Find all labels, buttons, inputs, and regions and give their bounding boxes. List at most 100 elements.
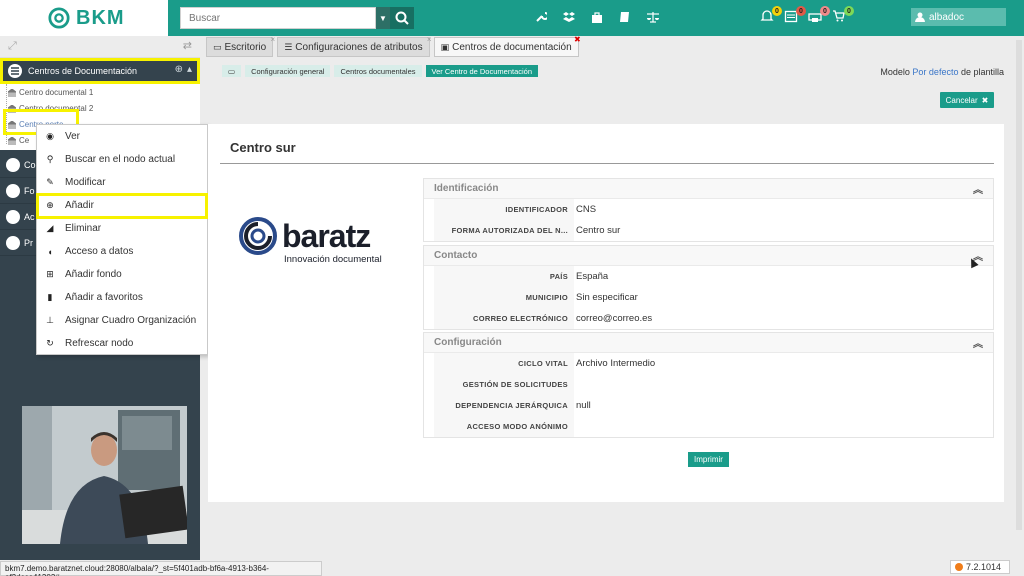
user-icon — [915, 12, 925, 22]
menu-highlight — [36, 193, 208, 219]
field-label: ACCESO MODO ANÓNIMO — [434, 416, 574, 437]
collapse-icon[interactable]: ▴ — [187, 64, 192, 75]
field-value: Archivo Intermedio — [576, 358, 656, 369]
tree-item[interactable]: Centro documental 1 — [8, 88, 93, 97]
menu-item-buscar[interactable]: ⚲ Buscar en el nodo actual — [37, 148, 207, 171]
context-menu: ◉ Ver ⚲ Buscar en el nodo actual ✎ Modifica… — [36, 124, 208, 355]
version-badge: 7.2.1014 — [950, 560, 1010, 574]
tab-configuraciones[interactable]: ☰ Configuraciones de atributos × — [277, 35, 432, 57]
baratz-swirl-icon — [239, 217, 277, 255]
field-value: correo@correo.es — [576, 313, 653, 324]
menu-item-anadir-fondo[interactable]: ⊞ Añadir fondo — [37, 263, 207, 286]
modelo-link[interactable]: Por defecto — [912, 67, 958, 77]
nav-icon — [6, 157, 20, 172]
bookmark-icon: ▮ — [47, 292, 53, 302]
modelo-prefix: Modelo — [880, 67, 910, 77]
logo-swirl-icon — [48, 7, 70, 29]
bell-badge: 0 — [772, 6, 782, 16]
section-header[interactable]: Identificación ︽ — [424, 179, 993, 199]
expand-icon[interactable]: ⤢ — [8, 40, 17, 53]
field-row: FORMA AUTORIZADA DEL N... Centro sur — [424, 220, 993, 241]
book-icon[interactable] — [618, 10, 632, 24]
tab-centros[interactable]: ▣ Centros de documentación ✖ — [433, 35, 581, 57]
field-row: ACCESO MODO ANÓNIMO — [424, 416, 993, 437]
cart-icon[interactable]: 0 — [832, 6, 854, 25]
field-label: IDENTIFICADOR — [434, 199, 574, 220]
sidebar-nav-label: Ac — [24, 211, 35, 222]
swap-icon[interactable]: ⇄ — [183, 39, 192, 52]
status-url: bkm7.demo.baratznet.cloud:28080/albala/?… — [0, 561, 322, 576]
sidebar-nav-label: Co — [24, 159, 36, 170]
brand-subtitle: Innovación documental — [284, 254, 382, 265]
print-button[interactable]: Imprimir — [688, 452, 729, 467]
chevron-up-icon[interactable]: ︽ — [973, 181, 983, 196]
dropbox-icon[interactable] — [562, 10, 576, 24]
monitor-icon: ▭ — [228, 66, 236, 76]
menu-item-label: Refrescar nodo — [65, 338, 134, 349]
cancel-button[interactable]: Cancelar ✖ — [940, 92, 994, 108]
list-icon: ☰ — [284, 41, 293, 52]
zoom-icon[interactable]: ⊕ — [175, 64, 183, 75]
tab-label: Centros de documentación — [452, 41, 572, 53]
section-header[interactable]: Contacto ︽ — [424, 246, 993, 266]
target-icon — [6, 209, 20, 224]
app-logo[interactable]: BKM — [0, 0, 168, 36]
field-value: null — [576, 400, 591, 411]
menu-item-label: Ver — [65, 131, 81, 142]
menu-item-favoritos[interactable]: ▮ Añadir a favoritos — [37, 286, 207, 309]
refresh-icon: ↻ — [46, 338, 54, 348]
search-button[interactable] — [390, 7, 414, 29]
field-value: Sin especificar — [576, 292, 638, 303]
section-header[interactable]: Configuración ︽ — [424, 333, 993, 353]
close-icon[interactable]: ✖ — [574, 35, 581, 44]
tree-item-label: Centro documental 1 — [19, 88, 94, 97]
user-menu[interactable]: albadoc — [911, 8, 1006, 26]
calendar-icon[interactable]: 0 — [784, 6, 806, 25]
sitemap-icon: ⊥ — [46, 315, 54, 325]
menu-item-ver[interactable]: ◉ Ver — [37, 125, 207, 148]
field-label: MUNICIPIO — [434, 287, 574, 308]
field-value: Centro sur — [576, 225, 621, 236]
search-icon — [395, 11, 409, 25]
page-title: Centro sur — [230, 140, 296, 155]
brand-name: baratz — [282, 218, 371, 254]
menu-item-eliminar[interactable]: ◢ Eliminar — [37, 217, 207, 240]
breadcrumb-item[interactable]: Centros documentales — [334, 65, 422, 77]
close-icon[interactable]: × — [427, 35, 432, 44]
version-label: 7.2.1014 — [966, 562, 1002, 572]
template-model: Modelo Por defecto de plantilla — [880, 67, 1004, 77]
sidebar-header[interactable]: Centros de Documentación ⊕ ▴ — [0, 58, 200, 84]
breadcrumb-item[interactable]: Configuración general — [245, 65, 331, 77]
institution-logo: baratz Innovación documental — [238, 216, 382, 265]
bag-icon[interactable] — [590, 10, 604, 24]
chevron-up-icon[interactable]: ︽ — [973, 335, 983, 350]
breadcrumb-item-current: Ver Centro de Documentación — [425, 65, 539, 77]
menu-item-modificar[interactable]: ✎ Modificar — [37, 171, 207, 194]
field-label: DEPENDENCIA JERÁRQUICA — [434, 395, 574, 416]
scrollbar[interactable] — [1016, 40, 1022, 530]
menu-item-label: Añadir a favoritos — [65, 292, 143, 303]
tree-item[interactable]: Ce — [8, 136, 29, 145]
field-row: GESTIÓN DE SOLICITUDES — [424, 374, 993, 395]
section-contacto: Contacto ︽ PAÍS España MUNICIPIO Sin espec… — [423, 245, 994, 330]
tab-label: Escritorio — [224, 41, 267, 53]
scale-icon[interactable] — [646, 10, 660, 24]
tab-escritorio[interactable]: ▭ Escritorio × — [206, 35, 276, 57]
search-input[interactable] — [180, 7, 376, 29]
printer-badge: 0 — [820, 6, 830, 16]
breadcrumb-home[interactable]: ▭ — [222, 65, 242, 77]
printer-icon[interactable]: 0 — [808, 6, 830, 25]
field-row: PAÍS España — [424, 266, 993, 287]
bell-icon[interactable]: 0 — [760, 6, 782, 25]
close-icon[interactable]: × — [271, 35, 276, 44]
calendar-badge: 0 — [796, 6, 806, 16]
wrench-icon[interactable] — [534, 10, 548, 24]
menu-item-refrescar[interactable]: ↻ Refrescar nodo — [37, 332, 207, 355]
menu-item-acceso[interactable]: ◖ Acceso a datos — [37, 240, 207, 263]
breadcrumb: ▭ Configuración general Centros document… — [222, 65, 539, 77]
search-dropdown[interactable]: ▼ — [376, 7, 390, 29]
pencil-icon: ✎ — [46, 177, 54, 187]
field-row: CICLO VITAL Archivo Intermedio — [424, 353, 993, 374]
menu-item-cuadro[interactable]: ⊥ Asignar Cuadro Organización — [37, 309, 207, 332]
shield-icon: ◖ — [47, 246, 53, 257]
